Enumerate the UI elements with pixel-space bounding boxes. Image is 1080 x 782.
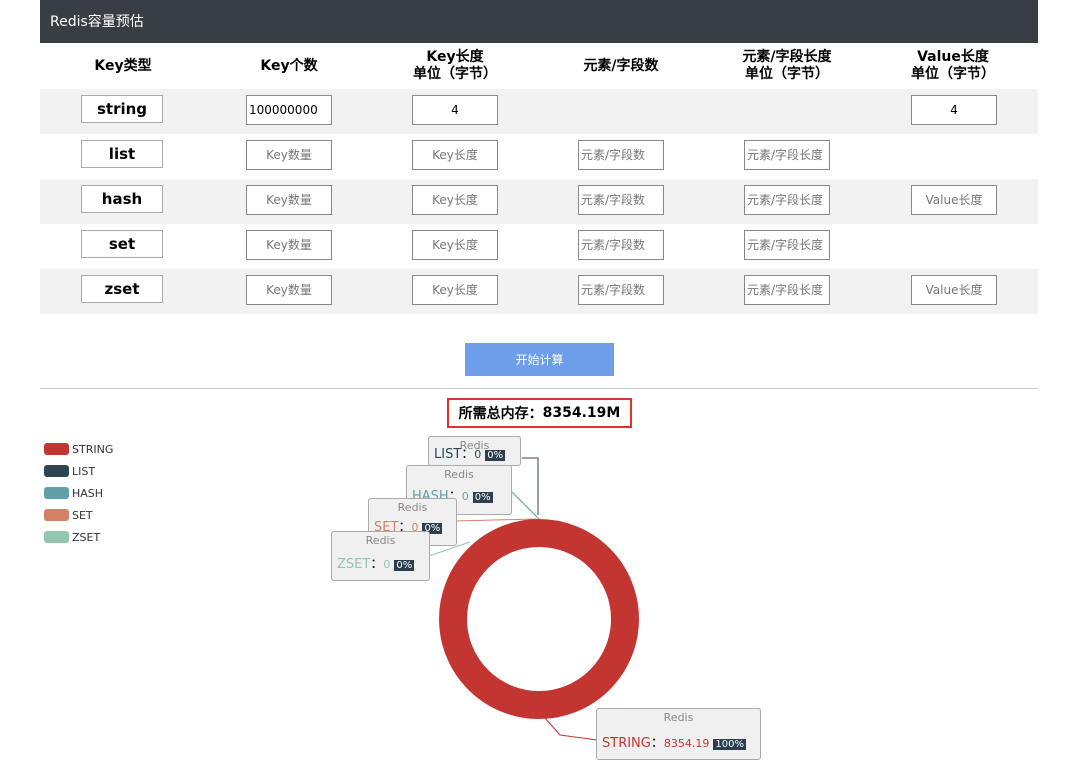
data-label-zset-value: 0: [383, 558, 391, 571]
pie-slice-string[interactable]: [439, 519, 639, 719]
data-label-list-text: LIST：0 0%: [434, 447, 506, 462]
data-label-set-title: Redis: [397, 501, 428, 514]
data-label-list: Redis LIST：0 0%: [428, 436, 521, 466]
data-label-string: Redis STRING：8354.19 100%: [596, 708, 761, 760]
data-label-zset-text: ZSET：0 0%: [337, 557, 415, 572]
connector-list: [522, 457, 539, 515]
data-label-string-category: STRING: [602, 736, 651, 751]
data-label-zset: Redis ZSET：0 0%: [331, 531, 430, 581]
memory-pie-chart: [428, 457, 639, 741]
data-label-string-value: 8354.19: [663, 737, 710, 750]
data-label-zset-percent: 0%: [394, 560, 415, 571]
data-label-list-value: 0: [474, 448, 482, 461]
data-label-list-percent: 0%: [485, 450, 506, 461]
data-label-string-text: STRING：8354.19 100%: [602, 736, 746, 751]
data-label-zset-title: Redis: [365, 534, 396, 547]
data-label-hash-percent: 0%: [472, 492, 493, 503]
data-label-string-title: Redis: [663, 711, 694, 724]
data-label-hash-value: 0: [461, 490, 469, 503]
connector-hash: [511, 491, 541, 521]
data-label-hash-title: Redis: [444, 468, 474, 481]
connector-string: [544, 717, 598, 741]
data-label-zset-category: ZSET: [337, 557, 371, 572]
data-label-string-percent: 100%: [713, 739, 746, 750]
data-label-list-category: LIST: [434, 447, 462, 462]
